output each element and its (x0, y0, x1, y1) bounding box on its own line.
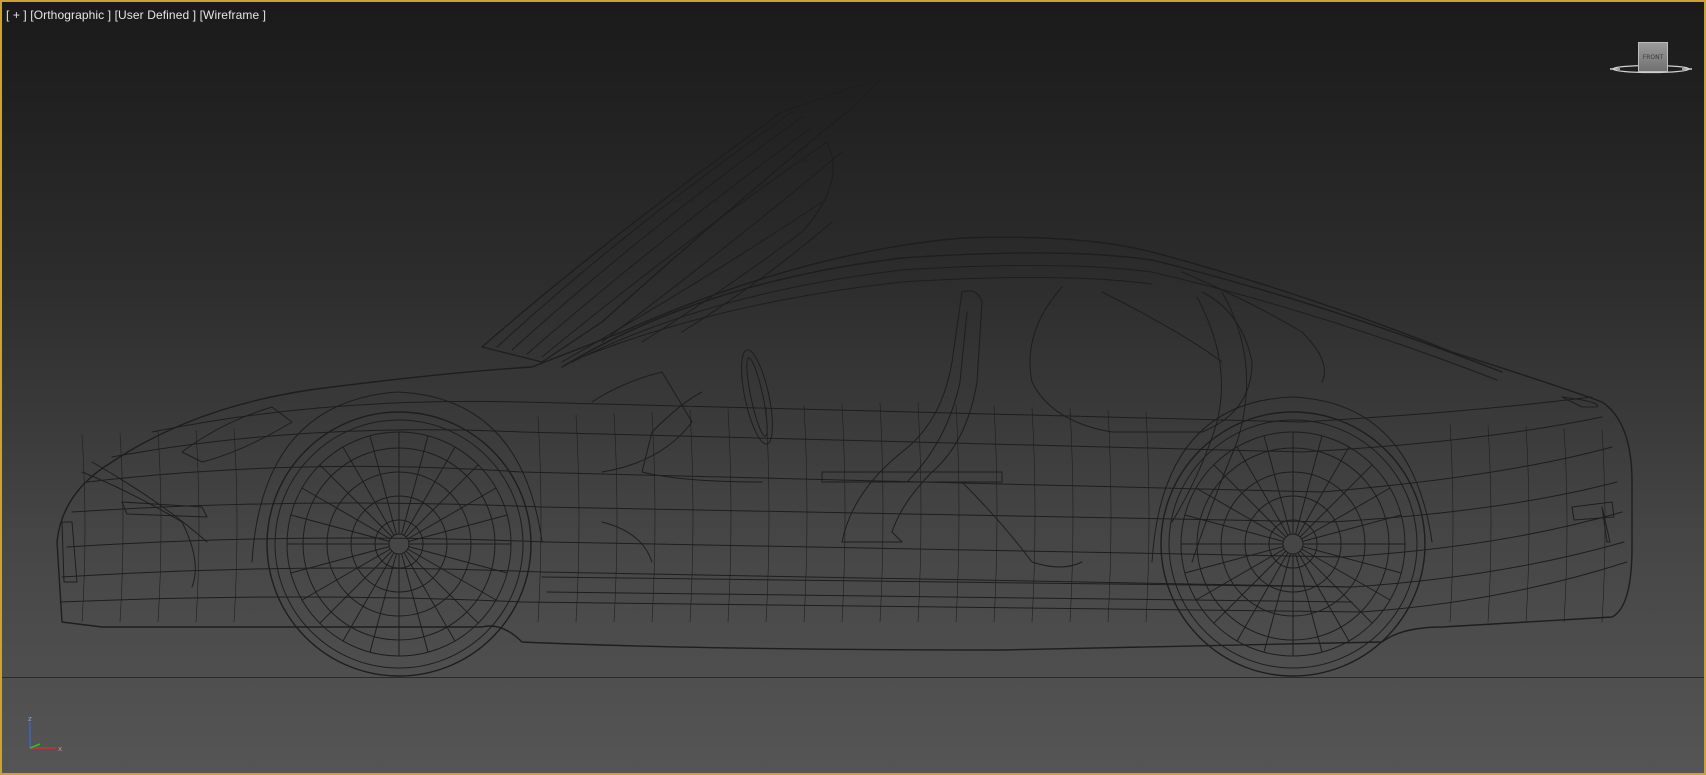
mesh-edge (1107, 409, 1112, 623)
mesh-edge (157, 431, 162, 623)
mesh-edge (689, 410, 694, 623)
viewport-perspective[interactable]: [ + ] [Orthographic ] [User Defined ] [W… (0, 0, 1706, 775)
mesh-edge (1487, 425, 1492, 623)
mesh-edge (955, 403, 960, 623)
mesh-edge (1145, 411, 1150, 623)
mesh-edge (727, 408, 732, 623)
z-axis-label: z (28, 716, 32, 723)
mesh-edge (1525, 426, 1530, 623)
mesh-edge (233, 428, 238, 623)
mesh-edge (575, 414, 580, 623)
rear-wheel (1160, 411, 1426, 677)
door-open (481, 76, 883, 363)
mesh-edge (803, 405, 808, 623)
mesh-edge (1031, 406, 1036, 623)
mesh-edge (1563, 428, 1568, 623)
mesh-edge (651, 411, 656, 623)
mesh-edge (81, 434, 86, 623)
mesh-edge (1449, 423, 1454, 623)
mesh-edge (993, 405, 998, 623)
front-wheel (266, 411, 532, 677)
roof-line (561, 252, 1503, 373)
mesh-edge (613, 413, 618, 623)
mesh-edge (1069, 408, 1074, 623)
mesh-edge (119, 432, 124, 623)
seat (841, 290, 983, 543)
car-wireframe-model[interactable] (2, 2, 1704, 773)
x-axis-label: x (58, 745, 62, 753)
mesh-edge (917, 402, 922, 623)
mesh-edge (765, 407, 770, 623)
axis-tripod-icon: z x (28, 716, 62, 753)
mesh-edge (879, 402, 884, 623)
